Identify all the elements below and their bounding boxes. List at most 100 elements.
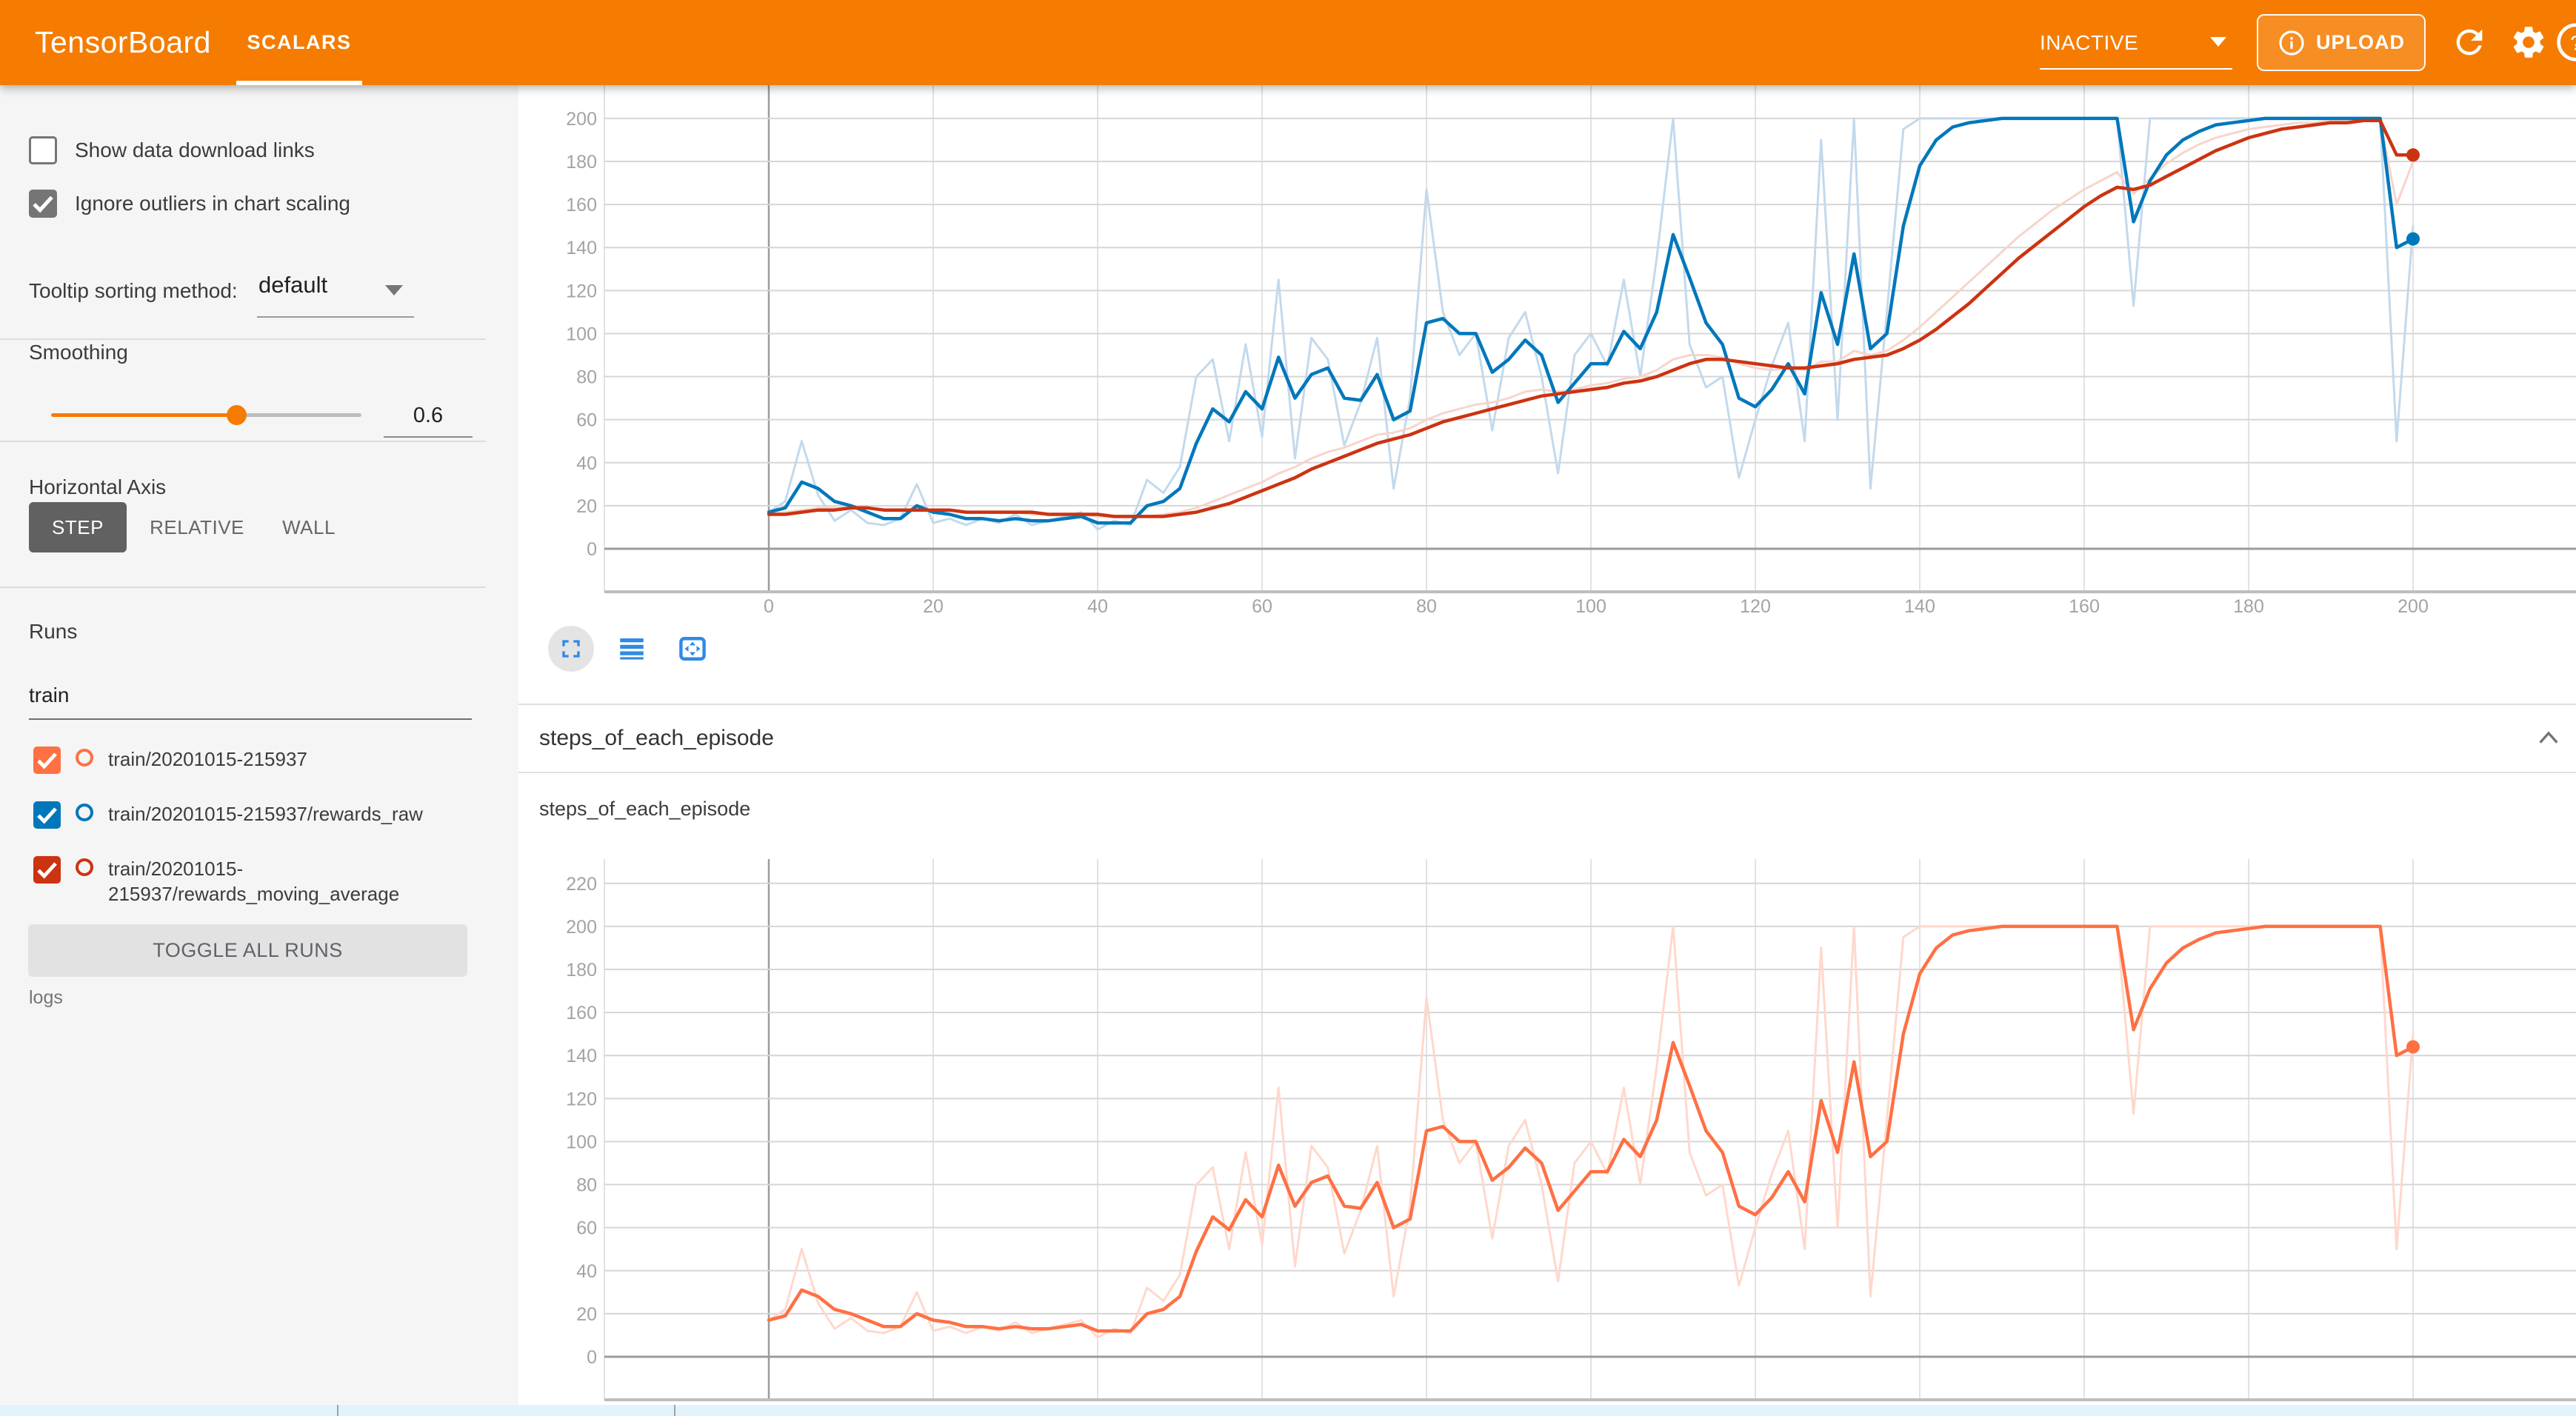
dashboard-content: 0204060801001201401601802000204060801001… [518,85,2576,1416]
smoothing-slider-handle[interactable] [227,405,247,425]
smoothing-slider-filled-track[interactable] [51,413,236,417]
svg-text:20: 20 [576,1304,597,1325]
axis-option-wall-label: WALL [282,516,336,539]
svg-text:80: 80 [576,1175,597,1196]
tooltip-sorting-dropdown[interactable]: default [258,272,327,298]
run-row[interactable]: train/20201015-215937/rewards_moving_ave… [33,856,499,906]
run-label: train/20201015-215937/rewards_moving_ave… [108,856,499,906]
sidebar-divider [0,338,486,340]
svg-text:80: 80 [1416,596,1437,617]
svg-text:100: 100 [1575,596,1606,617]
svg-text:100: 100 [566,1132,597,1152]
overscan-icon [676,632,709,665]
status-dropdown-underline [2040,68,2232,70]
svg-text:140: 140 [566,1046,597,1066]
axis-option-step[interactable]: STEP [29,502,127,552]
svg-text:40: 40 [1087,596,1108,617]
bottom-scroll-strip[interactable] [0,1405,2576,1416]
svg-text:200: 200 [2398,596,2429,617]
tooltip-sorting-label: Tooltip sorting method: [29,279,238,303]
tooltip-sorting-caret-icon [385,285,403,295]
rewards-chart[interactable]: 0204060801001201401601802000204060801001… [518,85,2576,704]
chart-toolbar [548,624,715,673]
run-checkbox[interactable] [33,747,61,774]
svg-text:220: 220 [566,874,597,895]
svg-text:120: 120 [566,281,597,301]
upload-button[interactable]: UPLOAD [2257,14,2426,71]
axis-option-wall[interactable]: WALL [268,502,350,552]
run-color-swatch [76,804,93,821]
settings-gear-icon[interactable] [2509,23,2548,61]
help-icon[interactable]: ? [2555,21,2576,63]
svg-text:200: 200 [566,109,597,130]
settings-sidebar: Show data download links Ignore outliers… [0,85,518,1416]
status-dropdown-value: INACTIVE [2040,31,2138,55]
svg-text:60: 60 [576,410,597,431]
svg-text:120: 120 [1740,596,1771,617]
strip-tick [337,1405,338,1416]
svg-text:?: ? [2570,32,2576,55]
run-row[interactable]: train/20201015-215937/rewards_raw [33,801,499,829]
expand-chart-button[interactable] [548,626,594,672]
run-checkbox[interactable] [33,801,61,829]
ignore-outliers-label: Ignore outliers in chart scaling [75,192,350,216]
svg-text:40: 40 [576,1261,597,1282]
status-dropdown[interactable]: INACTIVE [2040,21,2232,65]
smoothing-value-input[interactable]: 0.6 [384,404,473,428]
sidebar-divider [0,587,486,588]
svg-text:180: 180 [2233,596,2264,617]
smoothing-label: Smoothing [29,341,128,364]
svg-text:160: 160 [566,195,597,216]
svg-text:140: 140 [566,238,597,258]
lines-icon [616,633,647,664]
run-label: train/20201015-215937 [108,747,499,772]
collapse-chevron-icon[interactable] [2536,726,2561,751]
refresh-icon[interactable] [2450,23,2489,61]
toggle-all-runs-label: TOGGLE ALL RUNS [153,939,343,962]
ignore-outliers-checkbox-row[interactable]: Ignore outliers in chart scaling [29,187,350,220]
horizontal-axis-label: Horizontal Axis [29,475,166,499]
runs-section-label: Runs [29,620,77,644]
toggle-all-runs-button[interactable]: TOGGLE ALL RUNS [28,924,467,977]
svg-text:180: 180 [566,960,597,981]
tab-scalars[interactable]: SCALARS [236,0,362,85]
svg-text:60: 60 [1252,596,1272,617]
svg-text:160: 160 [2069,596,2100,617]
status-caret-icon [2210,37,2226,47]
section-header-steps-of-each-episode[interactable]: steps_of_each_episode [518,705,2576,772]
app-header: TensorBoard SCALARS INACTIVE UPLOAD ? [0,0,2576,85]
app-title: TensorBoard [35,0,211,85]
ignore-outliers-checkbox[interactable] [29,190,57,218]
fit-domain-button[interactable] [670,626,715,672]
run-color-swatch [76,749,93,767]
run-row[interactable]: train/20201015-215937 [33,747,499,774]
check-icon [33,801,61,829]
svg-text:80: 80 [576,367,597,388]
svg-text:180: 180 [566,152,597,173]
svg-text:100: 100 [566,324,597,344]
strip-tick [674,1405,675,1416]
toggle-y-axis-button[interactable] [609,626,655,672]
check-icon [33,856,61,884]
axis-option-relative-label: RELATIVE [150,516,244,539]
axis-option-relative[interactable]: RELATIVE [145,502,249,552]
smoothing-slider-empty-track[interactable] [236,413,361,417]
tooltip-sorting-value: default [258,272,327,298]
runs-filter-input[interactable]: train [29,684,69,707]
svg-text:0: 0 [587,1347,597,1368]
svg-text:200: 200 [566,917,597,938]
show-download-links-checkbox-row[interactable]: Show data download links [29,134,315,167]
svg-text:160: 160 [566,1003,597,1023]
svg-text:140: 140 [1904,596,1935,617]
svg-text:40: 40 [576,453,597,474]
tooltip-sorting-underline [257,316,414,318]
svg-text:20: 20 [923,596,944,617]
run-checkbox[interactable] [33,856,61,884]
svg-text:20: 20 [576,496,597,517]
svg-text:60: 60 [576,1218,597,1239]
show-download-links-label: Show data download links [75,138,315,162]
fullscreen-icon [556,634,586,664]
smoothing-value-underline [384,436,473,438]
steps-chart[interactable]: 020406080100120140160180200220 [518,774,2576,1416]
show-download-links-checkbox[interactable] [29,136,57,164]
